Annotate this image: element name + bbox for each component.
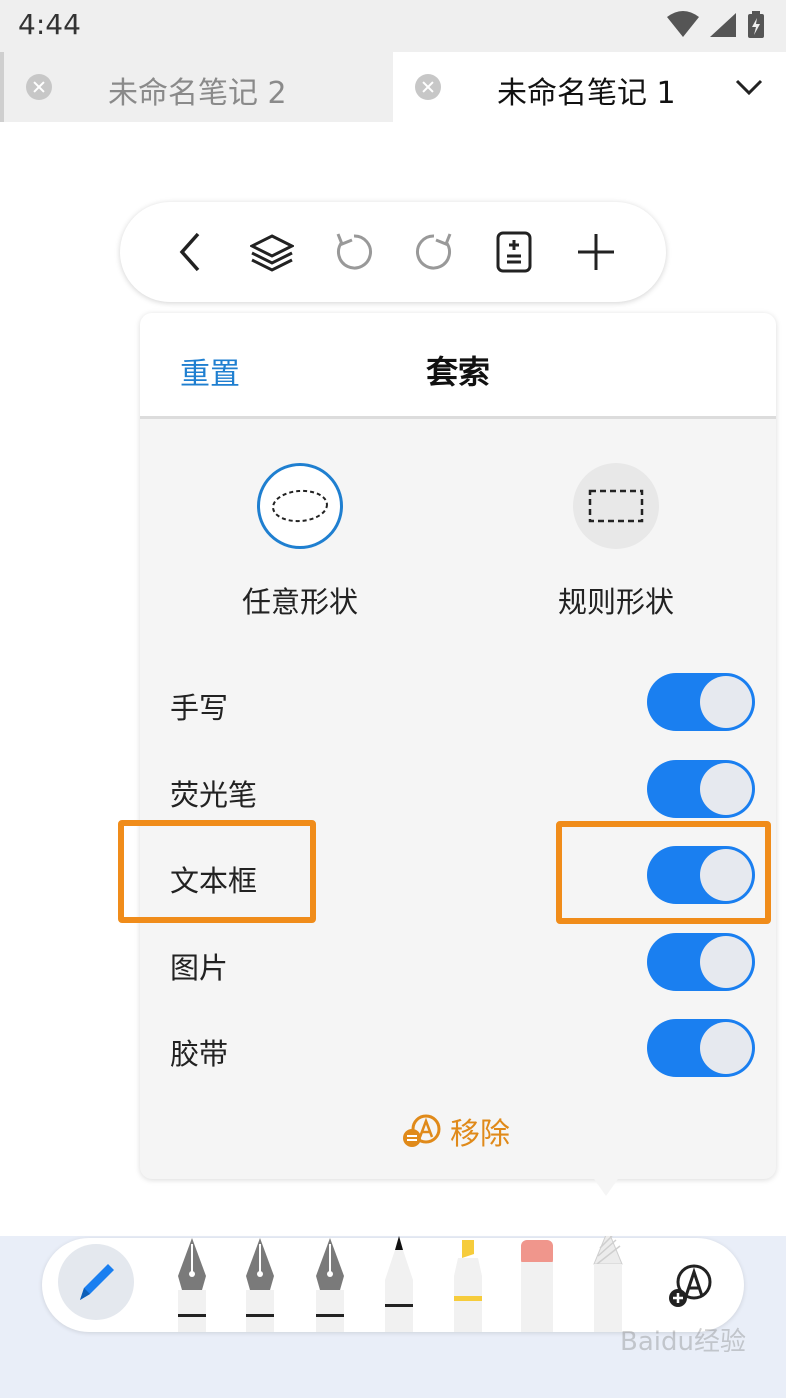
watermark-logo: Baidu经验 bbox=[620, 1327, 746, 1357]
page-settings-icon[interactable] bbox=[492, 230, 536, 274]
option-row-highlighter: 荧光笔 bbox=[140, 760, 776, 820]
tab-title: 未命名笔记 2 bbox=[108, 76, 287, 111]
fountain-pen-icon[interactable] bbox=[172, 1236, 212, 1332]
status-time: 4:44 bbox=[18, 8, 81, 41]
mode-label: 任意形状 bbox=[241, 585, 358, 619]
back-icon[interactable] bbox=[170, 230, 214, 274]
panel-title: 套索 bbox=[425, 353, 490, 391]
tab-title: 未命名笔记 1 bbox=[497, 76, 676, 111]
status-bar: 4:44 bbox=[0, 0, 786, 52]
mode-freeform[interactable]: 任意形状 bbox=[180, 463, 420, 621]
remove-label: 移除 bbox=[450, 1117, 510, 1152]
undo-icon[interactable] bbox=[332, 230, 376, 274]
mode-label: 规则形状 bbox=[557, 585, 674, 619]
option-row-handwriting: 手写 bbox=[140, 673, 776, 733]
tab-note-1[interactable]: 未命名笔记 1 bbox=[393, 52, 786, 122]
redo-icon[interactable] bbox=[412, 230, 456, 274]
fountain-pen-icon[interactable] bbox=[240, 1236, 280, 1332]
toggle-tape[interactable] bbox=[647, 1019, 755, 1077]
remove-icon bbox=[403, 1114, 441, 1147]
pencil-icon bbox=[80, 1264, 114, 1300]
wifi-icon bbox=[667, 11, 699, 37]
battery-charging-icon bbox=[748, 11, 764, 38]
rectangle-lasso-icon bbox=[573, 463, 659, 549]
eraser-icon[interactable] bbox=[517, 1236, 557, 1332]
mode-rectangle[interactable]: 规则形状 bbox=[496, 463, 736, 621]
tab-close-icon[interactable] bbox=[415, 74, 441, 100]
option-label: 图片 bbox=[170, 951, 229, 985]
toggle-knob bbox=[700, 1022, 752, 1074]
fineliner-icon[interactable] bbox=[379, 1236, 419, 1332]
highlighter-icon[interactable] bbox=[448, 1236, 488, 1332]
lasso-settings-panel: 重置 套索 任意形状 规则形状 手写 荧光笔 文本框 图片 胶带 移除 bbox=[140, 313, 776, 1179]
chevron-down-icon[interactable] bbox=[734, 72, 764, 102]
tab-bar: 未命名笔记 2 未命名笔记 1 bbox=[0, 52, 786, 122]
toggle-knob bbox=[700, 763, 752, 815]
option-row-image: 图片 bbox=[140, 933, 776, 993]
tab-close-icon[interactable] bbox=[26, 74, 52, 100]
lasso-tool-icon[interactable] bbox=[588, 1236, 628, 1332]
toggle-image[interactable] bbox=[647, 933, 755, 991]
pencil-tool-button[interactable] bbox=[58, 1244, 134, 1320]
toggle-knob bbox=[700, 936, 752, 988]
add-icon[interactable] bbox=[574, 230, 618, 274]
tab-note-2[interactable]: 未命名笔记 2 bbox=[0, 52, 393, 122]
option-label: 荧光笔 bbox=[170, 778, 258, 812]
toggle-handwriting[interactable] bbox=[647, 673, 755, 731]
option-label: 胶带 bbox=[170, 1037, 229, 1071]
toggle-highlighter[interactable] bbox=[647, 760, 755, 818]
layers-icon[interactable] bbox=[250, 230, 294, 274]
freeform-lasso-icon bbox=[257, 463, 343, 549]
option-row-tape: 胶带 bbox=[140, 1019, 776, 1079]
remove-button[interactable]: 移除 bbox=[402, 1109, 510, 1153]
status-icons bbox=[666, 10, 766, 40]
toggle-knob bbox=[700, 676, 752, 728]
highlight-box-label bbox=[118, 820, 316, 923]
fountain-pen-icon[interactable] bbox=[310, 1236, 350, 1332]
cellular-signal-icon bbox=[710, 13, 736, 37]
panel-pointer bbox=[592, 1176, 620, 1196]
shapes-icon[interactable] bbox=[666, 1262, 714, 1310]
option-label: 手写 bbox=[170, 691, 229, 725]
highlight-box-toggle bbox=[556, 821, 771, 924]
panel-header: 重置 套索 bbox=[140, 313, 776, 419]
top-toolbar bbox=[120, 202, 666, 302]
